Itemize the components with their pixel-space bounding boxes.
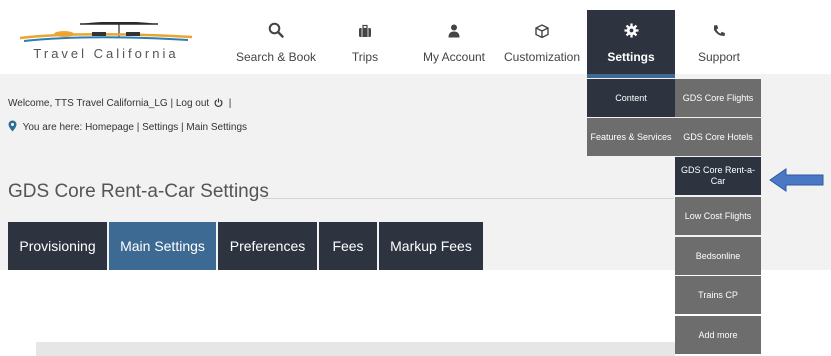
nav-support[interactable]: Support xyxy=(686,10,752,74)
title-divider xyxy=(262,198,674,199)
nav-label: Support xyxy=(697,50,741,64)
phone-icon xyxy=(686,22,752,46)
suitcase-icon xyxy=(335,22,395,46)
welcome-line: Welcome, TTS Travel California_LG | Log … xyxy=(8,98,231,110)
nav-search-and-book[interactable]: Search & Book xyxy=(231,10,321,74)
tab-provisioning[interactable]: Provisioning xyxy=(8,222,107,270)
menu-item-trains-cp[interactable]: Trains CP xyxy=(675,276,761,314)
menu-item-bedsonline[interactable]: Bedsonline xyxy=(675,237,761,275)
location-pin-icon xyxy=(8,120,17,135)
logo-text: Travel California xyxy=(33,46,179,61)
menu-category-features-services[interactable]: Features & Services xyxy=(587,118,675,156)
welcome-separator: | xyxy=(228,98,232,109)
nav-my-account[interactable]: My Account xyxy=(416,10,492,74)
user-icon xyxy=(416,22,492,46)
content-panel-edge xyxy=(36,342,675,356)
tab-preferences[interactable]: Preferences xyxy=(218,222,317,270)
nav-label: My Account xyxy=(422,50,486,64)
cube-icon xyxy=(503,22,581,46)
nav-customization[interactable]: Customization xyxy=(503,10,581,74)
menu-item-gds-core-flights[interactable]: GDS Core Flights xyxy=(675,79,761,117)
nav-label: Trips xyxy=(351,50,379,64)
top-navigation-bar: Travel California Search & Book Trips My… xyxy=(0,0,831,74)
nav-trips[interactable]: Trips xyxy=(335,10,395,74)
menu-item-gds-core-hotels[interactable]: GDS Core Hotels xyxy=(675,118,761,156)
tab-main-settings[interactable]: Main Settings xyxy=(109,222,216,270)
tab-fees[interactable]: Fees xyxy=(319,222,377,270)
pointer-arrow-icon xyxy=(769,167,825,198)
gear-icon xyxy=(587,22,675,46)
page-title: GDS Core Rent-a-Car Settings xyxy=(8,181,269,202)
menu-item-low-cost-flights[interactable]: Low Cost Flights xyxy=(675,197,761,235)
menu-item-gds-core-rent-a-car[interactable]: GDS Core Rent-a-Car xyxy=(675,157,761,195)
nav-settings[interactable]: Settings xyxy=(587,10,675,74)
nav-label: Customization xyxy=(503,50,581,64)
nav-label: Search & Book xyxy=(235,50,317,64)
breadcrumb-text: You are here: Homepage | Settings | Main… xyxy=(22,122,248,133)
welcome-text: Welcome, TTS Travel California_LG | Log … xyxy=(8,98,210,109)
menu-category-content[interactable]: Content xyxy=(587,79,675,117)
power-icon[interactable] xyxy=(214,98,223,110)
menu-item-add-more[interactable]: Add more xyxy=(675,316,761,354)
palm-beach-logo-graphic xyxy=(19,22,193,42)
search-icon xyxy=(231,22,321,46)
settings-active-indicator xyxy=(587,74,675,78)
nav-label: Settings xyxy=(607,50,655,64)
logo[interactable]: Travel California xyxy=(18,22,194,62)
breadcrumb: You are here: Homepage | Settings | Main… xyxy=(8,120,247,135)
tab-markup-fees[interactable]: Markup Fees xyxy=(379,222,483,270)
